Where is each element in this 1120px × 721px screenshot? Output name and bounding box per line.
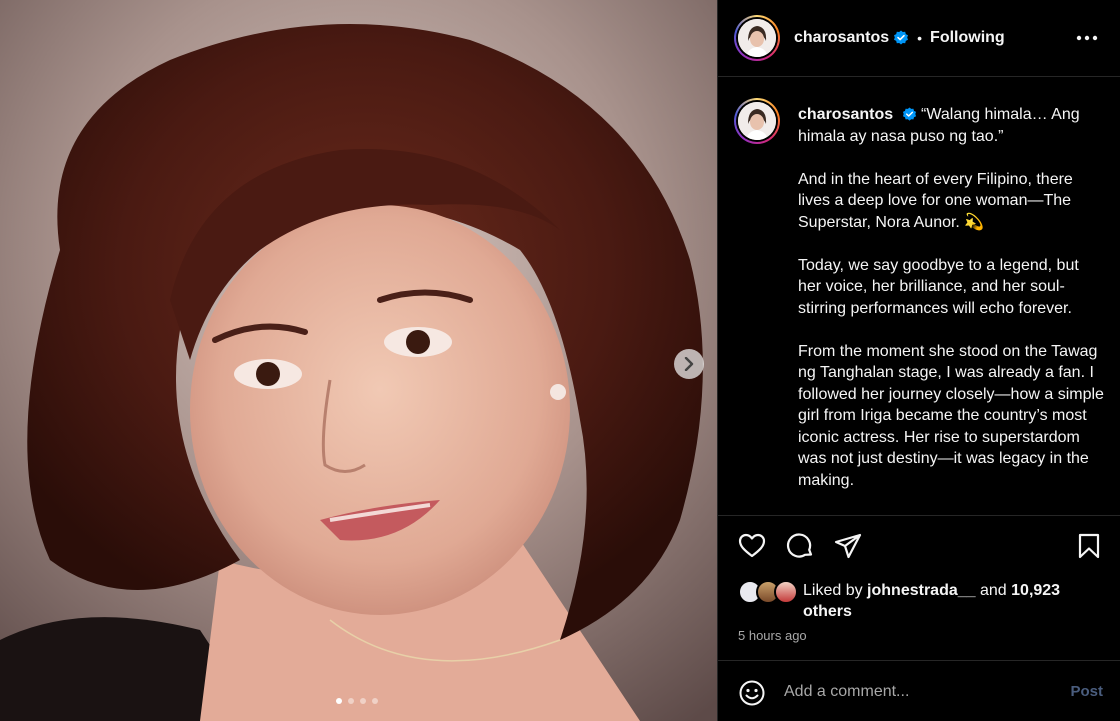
likes-others[interactable]: others [803, 603, 852, 620]
following-button[interactable]: Following [930, 29, 1005, 47]
emoji-button[interactable] [738, 679, 766, 707]
post-author-username[interactable]: charosantos [794, 29, 889, 47]
post-photo [0, 0, 717, 721]
post-side-panel: charosantos • Following charosantos “Wal… [717, 0, 1120, 721]
chevron-right-icon [684, 357, 694, 371]
avatar[interactable] [734, 15, 780, 61]
carousel-dot [348, 698, 354, 704]
carousel-next-button[interactable] [674, 349, 704, 379]
profile-photo [738, 19, 776, 57]
post-media[interactable] [0, 0, 717, 721]
share-button[interactable] [834, 532, 862, 560]
post-timestamp[interactable]: 5 hours ago [738, 628, 807, 643]
verified-badge-icon [893, 30, 909, 46]
caption-paragraph: And in the heart of every Filipino, ther… [798, 170, 1073, 231]
carousel-dot [360, 698, 366, 704]
heart-icon [738, 533, 766, 558]
caption-section: charosantos “Walang himala… Ang himala a… [718, 78, 1120, 515]
comment-composer: Post [718, 660, 1120, 721]
comment-icon [786, 533, 813, 558]
caption-text: charosantos “Walang himala… Ang himala a… [798, 104, 1104, 513]
more-options-icon [1076, 35, 1098, 41]
like-button[interactable] [738, 532, 766, 560]
caption-username[interactable]: charosantos [798, 106, 893, 123]
paper-plane-icon [834, 533, 862, 559]
save-button[interactable] [1075, 532, 1103, 560]
caption-avatar[interactable] [734, 98, 780, 144]
emoji-icon [739, 680, 765, 706]
liker-avatar [774, 580, 798, 604]
likes-summary: Liked by johnestrada__ and 10,923 others [738, 580, 1108, 622]
profile-photo [738, 102, 776, 140]
likes-and: and [979, 582, 1007, 599]
header-separator: • [917, 30, 923, 46]
liker-username[interactable]: johnestrada__ [867, 582, 975, 599]
carousel-indicator [336, 698, 378, 704]
likes-count[interactable]: 10,923 [1011, 582, 1060, 599]
caption-paragraph: From the moment she stood on the Tawag n… [798, 342, 1104, 489]
liker-avatars[interactable] [738, 580, 800, 604]
carousel-dot-active [336, 698, 342, 704]
comment-input[interactable] [784, 681, 1054, 703]
post-actions-section: Liked by johnestrada__ and 10,923 others… [718, 515, 1120, 659]
caption-paragraph: Today, we say goodbye to a legend, but h… [798, 256, 1079, 317]
post-comment-button[interactable]: Post [1070, 683, 1103, 700]
likes-prefix: Liked by [803, 582, 863, 599]
comment-button[interactable] [786, 532, 814, 560]
bookmark-icon [1078, 533, 1100, 559]
verified-badge-icon [902, 107, 917, 122]
carousel-dot [372, 698, 378, 704]
post-header: charosantos • Following [718, 0, 1120, 77]
more-options-button[interactable] [1075, 26, 1099, 50]
action-bar [718, 532, 1120, 560]
likes-text: Liked by johnestrada__ and 10,923 others [803, 580, 1108, 622]
